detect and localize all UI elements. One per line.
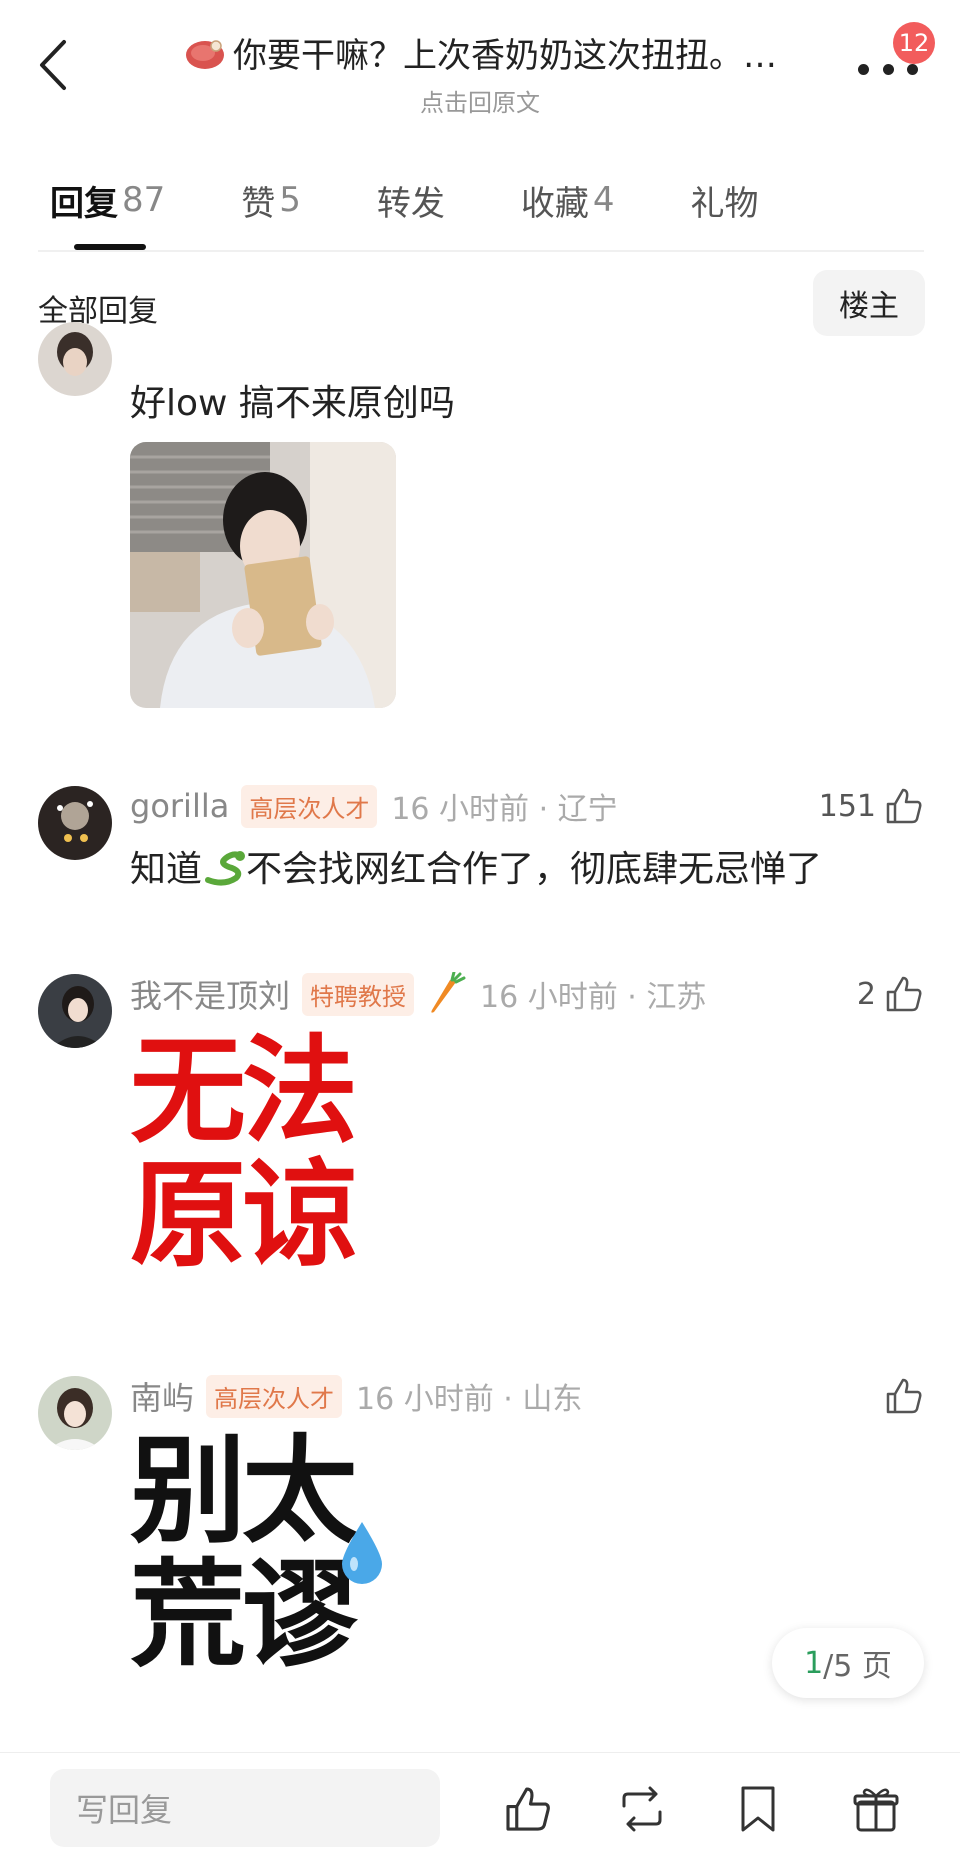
- bottom-action-bar: 写回复: [0, 1752, 960, 1862]
- back-button[interactable]: [28, 30, 78, 100]
- reply-input[interactable]: 写回复: [50, 1769, 440, 1847]
- thumbs-up-icon: [886, 976, 922, 1012]
- bookmark-button[interactable]: [730, 1781, 786, 1837]
- page-indicator[interactable]: 1 /5 页: [772, 1628, 924, 1698]
- tab-likes[interactable]: 赞 5: [241, 172, 301, 228]
- comment-text: 知道: [130, 849, 203, 890]
- snake-emoji-icon: [205, 851, 246, 886]
- time-location: 16 小时前 · 江苏: [480, 980, 707, 1015]
- repost-button[interactable]: [614, 1781, 670, 1837]
- thumbs-up-icon: [886, 1378, 922, 1414]
- user-title-badge: 特聘教授: [302, 972, 415, 1016]
- meme-line: 无法: [130, 1024, 358, 1159]
- meme-image-text[interactable]: 别太 荒谬: [130, 1430, 400, 1678]
- avatar[interactable]: [38, 786, 112, 860]
- total-pages: /5 页: [823, 1649, 892, 1684]
- like-count: 151: [818, 788, 876, 824]
- tab-replies[interactable]: 回复 87: [50, 172, 165, 228]
- thumbs-up-icon: [506, 1787, 550, 1831]
- back-arrow-icon: [40, 40, 66, 90]
- comment-photo[interactable]: [130, 442, 396, 708]
- meme-image-text[interactable]: 无法 原谅: [130, 1030, 400, 1278]
- avatar[interactable]: [38, 322, 112, 396]
- repost-icon: [622, 1786, 662, 1832]
- post-title: 你要干嘛？上次香奶奶这次扭扭。…: [233, 36, 777, 76]
- comment-text: 好low 搞不来原创吗: [130, 383, 455, 424]
- gift-button[interactable]: [848, 1781, 904, 1837]
- tab-gifts[interactable]: 礼物: [691, 172, 759, 228]
- all-replies-label: 全部回复: [38, 294, 158, 329]
- time-location: 16 小时前 · 山东: [356, 1382, 583, 1417]
- tab-bar: 回复 87 赞 5 转发 收藏 4 礼物: [50, 172, 930, 252]
- avatar[interactable]: [38, 974, 112, 1048]
- like-post-button[interactable]: [500, 1781, 556, 1837]
- user-title-badge: 高层次人才: [206, 1374, 343, 1418]
- like-count: 2: [856, 976, 876, 1012]
- meme-line: 原谅: [130, 1148, 358, 1283]
- comment-item: 我不是顶刘 特聘教授 16 小时前 · 江苏 2: [38, 971, 924, 1048]
- more-icon: [858, 63, 869, 75]
- steak-emoji-icon: [186, 39, 224, 69]
- tab-favorites[interactable]: 收藏 4: [521, 172, 615, 228]
- divider: [38, 250, 924, 252]
- username[interactable]: 我不是顶刘: [130, 971, 290, 1017]
- gift-icon: [853, 1788, 899, 1832]
- time-location: 16 小时前 · 辽宁: [391, 792, 618, 827]
- carrot-emoji-icon: [431, 972, 466, 1013]
- avatar[interactable]: [38, 1376, 112, 1450]
- username[interactable]: 南屿: [130, 1373, 194, 1419]
- like-button[interactable]: 2: [857, 972, 924, 1016]
- comment-text: 不会找网红合作了，彻底肆无忌惮了: [246, 849, 823, 890]
- thumbs-up-icon: [886, 788, 922, 824]
- post-title-area[interactable]: 你要干嘛？上次香奶奶这次扭扭。… 点击回原文: [150, 28, 810, 118]
- owner-only-button[interactable]: 楼主: [813, 270, 925, 336]
- like-button[interactable]: 151: [819, 784, 924, 828]
- tab-reposts[interactable]: 转发: [377, 172, 445, 228]
- notification-badge: 12: [893, 22, 935, 64]
- username[interactable]: gorilla: [130, 787, 229, 825]
- sweat-drop-emoji-icon: [342, 1522, 382, 1584]
- back-to-post-link[interactable]: 点击回原文: [150, 83, 810, 118]
- comment-item: gorilla 高层次人才 16 小时前 · 辽宁 151 知道 不会找网红合作…: [38, 784, 924, 924]
- like-button[interactable]: [884, 1374, 924, 1418]
- user-title-badge: 高层次人才: [241, 784, 378, 828]
- top-bar: 你要干嘛？上次香奶奶这次扭扭。… 点击回原文 12: [0, 0, 960, 140]
- current-page: 1: [804, 1645, 824, 1681]
- bookmark-icon: [741, 1786, 775, 1832]
